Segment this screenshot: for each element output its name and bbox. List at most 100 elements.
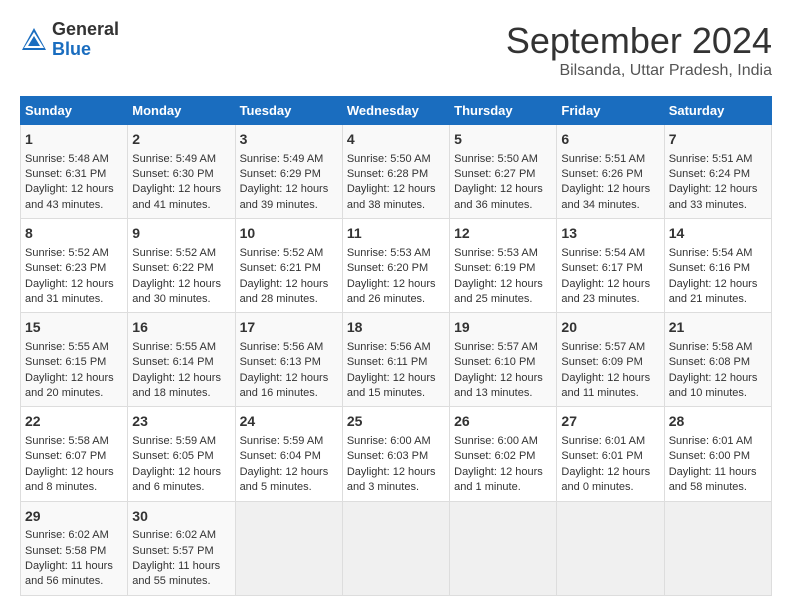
sunrise-text: Sunrise: 5:59 AM bbox=[132, 435, 216, 447]
daylight-text: Daylight: 12 hours and 23 minutes. bbox=[561, 278, 650, 305]
sunrise-text: Sunrise: 5:49 AM bbox=[132, 153, 216, 165]
sunset-text: Sunset: 6:27 PM bbox=[454, 168, 535, 180]
day-number: 21 bbox=[669, 318, 767, 338]
month-title: September 2024 bbox=[506, 20, 772, 62]
sunrise-text: Sunrise: 5:50 AM bbox=[454, 153, 538, 165]
day-number: 11 bbox=[347, 224, 445, 244]
calendar-cell: 19Sunrise: 5:57 AMSunset: 6:10 PMDayligh… bbox=[450, 313, 557, 407]
day-number: 26 bbox=[454, 412, 552, 432]
calendar-cell: 25Sunrise: 6:00 AMSunset: 6:03 PMDayligh… bbox=[342, 407, 449, 501]
daylight-text: Daylight: 12 hours and 41 minutes. bbox=[132, 183, 221, 210]
sunrise-text: Sunrise: 6:01 AM bbox=[561, 435, 645, 447]
calendar-cell bbox=[235, 501, 342, 595]
calendar-row: 22Sunrise: 5:58 AMSunset: 6:07 PMDayligh… bbox=[21, 407, 772, 501]
sunset-text: Sunset: 6:02 PM bbox=[454, 450, 535, 462]
sunrise-text: Sunrise: 5:53 AM bbox=[454, 247, 538, 259]
sunset-text: Sunset: 6:00 PM bbox=[669, 450, 750, 462]
col-sunday: Sunday bbox=[21, 97, 128, 125]
sunrise-text: Sunrise: 6:02 AM bbox=[25, 529, 109, 541]
sunset-text: Sunset: 6:10 PM bbox=[454, 356, 535, 368]
sunset-text: Sunset: 6:28 PM bbox=[347, 168, 428, 180]
daylight-text: Daylight: 12 hours and 18 minutes. bbox=[132, 372, 221, 399]
sunset-text: Sunset: 5:58 PM bbox=[25, 545, 106, 557]
sunrise-text: Sunrise: 5:50 AM bbox=[347, 153, 431, 165]
day-number: 2 bbox=[132, 130, 230, 150]
sunset-text: Sunset: 6:30 PM bbox=[132, 168, 213, 180]
daylight-text: Daylight: 12 hours and 15 minutes. bbox=[347, 372, 436, 399]
daylight-text: Daylight: 11 hours and 56 minutes. bbox=[25, 560, 113, 587]
day-number: 10 bbox=[240, 224, 338, 244]
sunrise-text: Sunrise: 5:56 AM bbox=[347, 341, 431, 353]
sunrise-text: Sunrise: 5:59 AM bbox=[240, 435, 324, 447]
sunset-text: Sunset: 6:17 PM bbox=[561, 262, 642, 274]
calendar-cell: 18Sunrise: 5:56 AMSunset: 6:11 PMDayligh… bbox=[342, 313, 449, 407]
calendar-cell: 5Sunrise: 5:50 AMSunset: 6:27 PMDaylight… bbox=[450, 125, 557, 219]
sunrise-text: Sunrise: 5:52 AM bbox=[240, 247, 324, 259]
sunrise-text: Sunrise: 6:01 AM bbox=[669, 435, 753, 447]
calendar-cell bbox=[664, 501, 771, 595]
sunset-text: Sunset: 6:13 PM bbox=[240, 356, 321, 368]
sunrise-text: Sunrise: 5:49 AM bbox=[240, 153, 324, 165]
day-number: 20 bbox=[561, 318, 659, 338]
daylight-text: Daylight: 12 hours and 38 minutes. bbox=[347, 183, 436, 210]
calendar-cell: 29 Sunrise: 6:02 AM Sunset: 5:58 PM Dayligh… bbox=[21, 501, 128, 595]
sunrise-text: Sunrise: 5:57 AM bbox=[454, 341, 538, 353]
logo-general: General bbox=[52, 20, 119, 40]
daylight-text: Daylight: 12 hours and 28 minutes. bbox=[240, 278, 329, 305]
day-number: 14 bbox=[669, 224, 767, 244]
day-number: 3 bbox=[240, 130, 338, 150]
daylight-text: Daylight: 12 hours and 1 minute. bbox=[454, 466, 543, 493]
day-number: 4 bbox=[347, 130, 445, 150]
sunrise-text: Sunrise: 5:55 AM bbox=[25, 341, 109, 353]
calendar-row: 29 Sunrise: 6:02 AM Sunset: 5:58 PM Dayligh… bbox=[21, 501, 772, 595]
daylight-text: Daylight: 12 hours and 31 minutes. bbox=[25, 278, 114, 305]
col-friday: Friday bbox=[557, 97, 664, 125]
day-number: 19 bbox=[454, 318, 552, 338]
daylight-text: Daylight: 12 hours and 10 minutes. bbox=[669, 372, 758, 399]
sunset-text: Sunset: 6:19 PM bbox=[454, 262, 535, 274]
daylight-text: Daylight: 12 hours and 43 minutes. bbox=[25, 183, 114, 210]
calendar-cell: 9Sunrise: 5:52 AMSunset: 6:22 PMDaylight… bbox=[128, 219, 235, 313]
daylight-text: Daylight: 12 hours and 30 minutes. bbox=[132, 278, 221, 305]
calendar-cell: 28Sunrise: 6:01 AMSunset: 6:00 PMDayligh… bbox=[664, 407, 771, 501]
calendar-cell: 20Sunrise: 5:57 AMSunset: 6:09 PMDayligh… bbox=[557, 313, 664, 407]
day-number: 29 bbox=[25, 507, 123, 527]
sunset-text: Sunset: 6:29 PM bbox=[240, 168, 321, 180]
day-number: 18 bbox=[347, 318, 445, 338]
calendar-cell bbox=[450, 501, 557, 595]
calendar-cell: 6Sunrise: 5:51 AMSunset: 6:26 PMDaylight… bbox=[557, 125, 664, 219]
calendar-cell: 30Sunrise: 6:02 AMSunset: 5:57 PMDayligh… bbox=[128, 501, 235, 595]
logo-blue: Blue bbox=[52, 40, 119, 60]
calendar-cell: 13Sunrise: 5:54 AMSunset: 6:17 PMDayligh… bbox=[557, 219, 664, 313]
calendar-cell bbox=[342, 501, 449, 595]
calendar-cell: 3 Sunrise: 5:49 AM Sunset: 6:29 PM Daylight… bbox=[235, 125, 342, 219]
sunrise-text: Sunrise: 5:57 AM bbox=[561, 341, 645, 353]
sunset-text: Sunset: 6:23 PM bbox=[25, 262, 106, 274]
daylight-text: Daylight: 11 hours and 55 minutes. bbox=[132, 560, 220, 587]
calendar-table: Sunday Monday Tuesday Wednesday Thursday… bbox=[20, 96, 772, 596]
sunset-text: Sunset: 6:05 PM bbox=[132, 450, 213, 462]
daylight-text: Daylight: 12 hours and 39 minutes. bbox=[240, 183, 329, 210]
calendar-cell: 11Sunrise: 5:53 AMSunset: 6:20 PMDayligh… bbox=[342, 219, 449, 313]
sunrise-text: Sunrise: 5:58 AM bbox=[25, 435, 109, 447]
calendar-cell: 21Sunrise: 5:58 AMSunset: 6:08 PMDayligh… bbox=[664, 313, 771, 407]
daylight-text: Daylight: 12 hours and 0 minutes. bbox=[561, 466, 650, 493]
sunset-text: Sunset: 6:03 PM bbox=[347, 450, 428, 462]
sunset-text: Sunset: 6:07 PM bbox=[25, 450, 106, 462]
calendar-row: 15Sunrise: 5:55 AMSunset: 6:15 PMDayligh… bbox=[21, 313, 772, 407]
calendar-cell: 7Sunrise: 5:51 AMSunset: 6:24 PMDaylight… bbox=[664, 125, 771, 219]
col-wednesday: Wednesday bbox=[342, 97, 449, 125]
sunset-text: Sunset: 6:24 PM bbox=[669, 168, 750, 180]
sunset-text: Sunset: 6:09 PM bbox=[561, 356, 642, 368]
calendar-cell bbox=[557, 501, 664, 595]
sunrise-text: Sunrise: 6:00 AM bbox=[347, 435, 431, 447]
daylight-text: Daylight: 11 hours and 58 minutes. bbox=[669, 466, 757, 493]
day-number: 24 bbox=[240, 412, 338, 432]
sunrise-text: Sunrise: 5:48 AM bbox=[25, 153, 109, 165]
day-number: 25 bbox=[347, 412, 445, 432]
calendar-cell: 24Sunrise: 5:59 AMSunset: 6:04 PMDayligh… bbox=[235, 407, 342, 501]
daylight-text: Daylight: 12 hours and 21 minutes. bbox=[669, 278, 758, 305]
sunset-text: Sunset: 6:04 PM bbox=[240, 450, 321, 462]
day-number: 9 bbox=[132, 224, 230, 244]
location: Bilsanda, Uttar Pradesh, India bbox=[506, 62, 772, 80]
